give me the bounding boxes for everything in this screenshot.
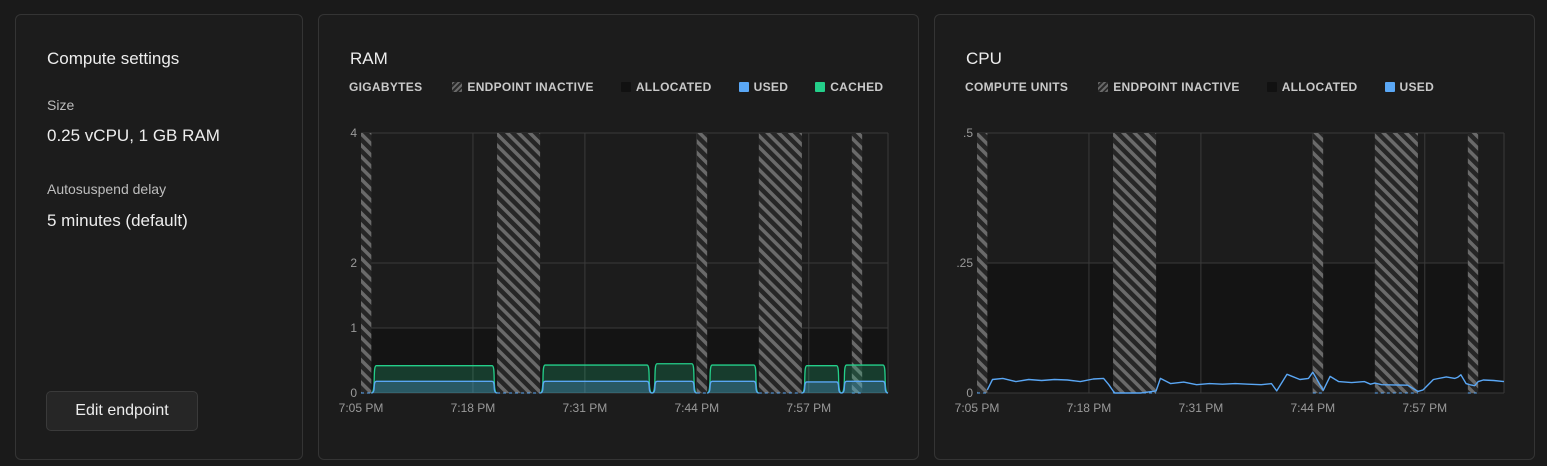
cpu-unit-label: COMPUTE UNITS	[965, 80, 1069, 94]
inactive-swatch-icon	[1098, 82, 1109, 92]
cpu-allocated-area	[1478, 263, 1504, 393]
size-label: Size	[47, 97, 75, 113]
cpu-inactive-band	[1312, 133, 1324, 393]
ram-used-area	[841, 381, 888, 393]
cpu-inactive-band	[1374, 133, 1418, 393]
cpu-title: CPU	[966, 49, 1002, 68]
cpu-legend-allocated-label: ALLOCATED	[1281, 80, 1358, 94]
ram-legend: GIGABYTES ENDPOINT INACTIVE ALLOCATED US…	[349, 80, 910, 94]
ram-card: 0 1 2 4 7:05 PM 7:18 PM 7:31 PM 7:44 PM 7:57 PM …	[318, 14, 919, 460]
used-swatch-icon	[738, 82, 749, 92]
ram-title: RAM	[350, 49, 388, 68]
ram-legend-cached-label: CACHED	[830, 80, 884, 94]
cpu-xtick-label: 7:18 PM	[1067, 401, 1112, 415]
ram-used-area	[652, 381, 697, 393]
cpu-legend-used-label: USED	[1399, 80, 1435, 94]
cpu-inactive-band	[977, 133, 988, 393]
cpu-xtick-label: 7:05 PM	[955, 401, 1000, 415]
cpu-ytick-label: .25	[956, 256, 973, 270]
ram-ytick-label: 4	[350, 126, 357, 140]
ram-inactive-band	[696, 133, 708, 393]
ram-xtick-label: 7:31 PM	[563, 401, 608, 415]
allocated-swatch-icon	[620, 82, 631, 92]
autosuspend-label: Autosuspend delay	[47, 181, 167, 197]
compute-settings-title: Compute settings	[47, 49, 180, 68]
ram-ytick-label: 0	[350, 386, 357, 400]
cpu-xtick-label: 7:31 PM	[1179, 401, 1224, 415]
ram-inactive-band	[361, 133, 372, 393]
cpu-legend-inactive[interactable]: ENDPOINT INACTIVE	[1098, 80, 1239, 94]
cpu-legend-inactive-label: ENDPOINT INACTIVE	[1113, 80, 1240, 94]
cpu-xtick-label: 7:57 PM	[1402, 401, 1447, 415]
ram-legend-inactive-label: ENDPOINT INACTIVE	[467, 80, 594, 94]
cpu-inactive-band	[1113, 133, 1157, 393]
ram-xtick-label: 7:57 PM	[786, 401, 831, 415]
ram-legend-allocated[interactable]: ALLOCATED	[620, 80, 712, 94]
ram-used-area	[801, 381, 842, 393]
cpu-legend-allocated[interactable]: ALLOCATED	[1266, 80, 1358, 94]
allocated-swatch-icon	[1266, 82, 1277, 92]
ram-legend-used-label: USED	[753, 80, 789, 94]
cpu-card: 0 .25 .5 7:05 PM 7:18 PM 7:31 PM 7:44 PM 7:57 P…	[934, 14, 1535, 460]
ram-used-area	[707, 381, 759, 393]
cpu-legend: COMPUTE UNITS ENDPOINT INACTIVE ALLOCATE…	[965, 80, 1461, 94]
ram-legend-allocated-label: ALLOCATED	[635, 80, 712, 94]
ram-used-area	[371, 381, 498, 393]
ram-inactive-band	[758, 133, 802, 393]
cpu-allocated-area	[1323, 263, 1375, 393]
ram-xtick-label: 7:05 PM	[339, 401, 384, 415]
cpu-ytick-label: .5	[963, 126, 973, 140]
ram-legend-used[interactable]: USED	[738, 80, 789, 94]
cpu-allocated-area	[987, 263, 1114, 393]
ram-legend-inactive[interactable]: ENDPOINT INACTIVE	[452, 80, 594, 94]
cached-swatch-icon	[815, 82, 826, 92]
autosuspend-value: 5 minutes (default)	[47, 211, 188, 230]
used-swatch-icon	[1384, 82, 1395, 92]
cpu-legend-used[interactable]: USED	[1384, 80, 1435, 94]
cpu-ytick-label: 0	[966, 386, 973, 400]
cpu-xtick-label: 7:44 PM	[1290, 401, 1335, 415]
cpu-inactive-band	[1467, 133, 1479, 393]
ram-legend-cached[interactable]: CACHED	[815, 80, 883, 94]
compute-settings-card: Compute settings Size 0.25 vCPU, 1 GB RA…	[15, 14, 303, 460]
ram-ytick-label: 1	[350, 321, 357, 335]
inactive-swatch-icon	[452, 82, 463, 92]
ram-xtick-label: 7:18 PM	[451, 401, 496, 415]
ram-xtick-label: 7:44 PM	[674, 401, 719, 415]
edit-endpoint-button[interactable]: Edit endpoint	[46, 391, 198, 431]
cpu-allocated-area	[1417, 263, 1468, 393]
ram-inactive-band	[851, 133, 863, 393]
ram-unit-label: GIGABYTES	[349, 80, 423, 94]
ram-ytick-label: 2	[350, 256, 357, 270]
size-value: 0.25 vCPU, 1 GB RAM	[47, 126, 220, 145]
ram-used-area	[540, 381, 653, 393]
cpu-allocated-area	[1156, 263, 1313, 393]
ram-inactive-band	[497, 133, 541, 393]
